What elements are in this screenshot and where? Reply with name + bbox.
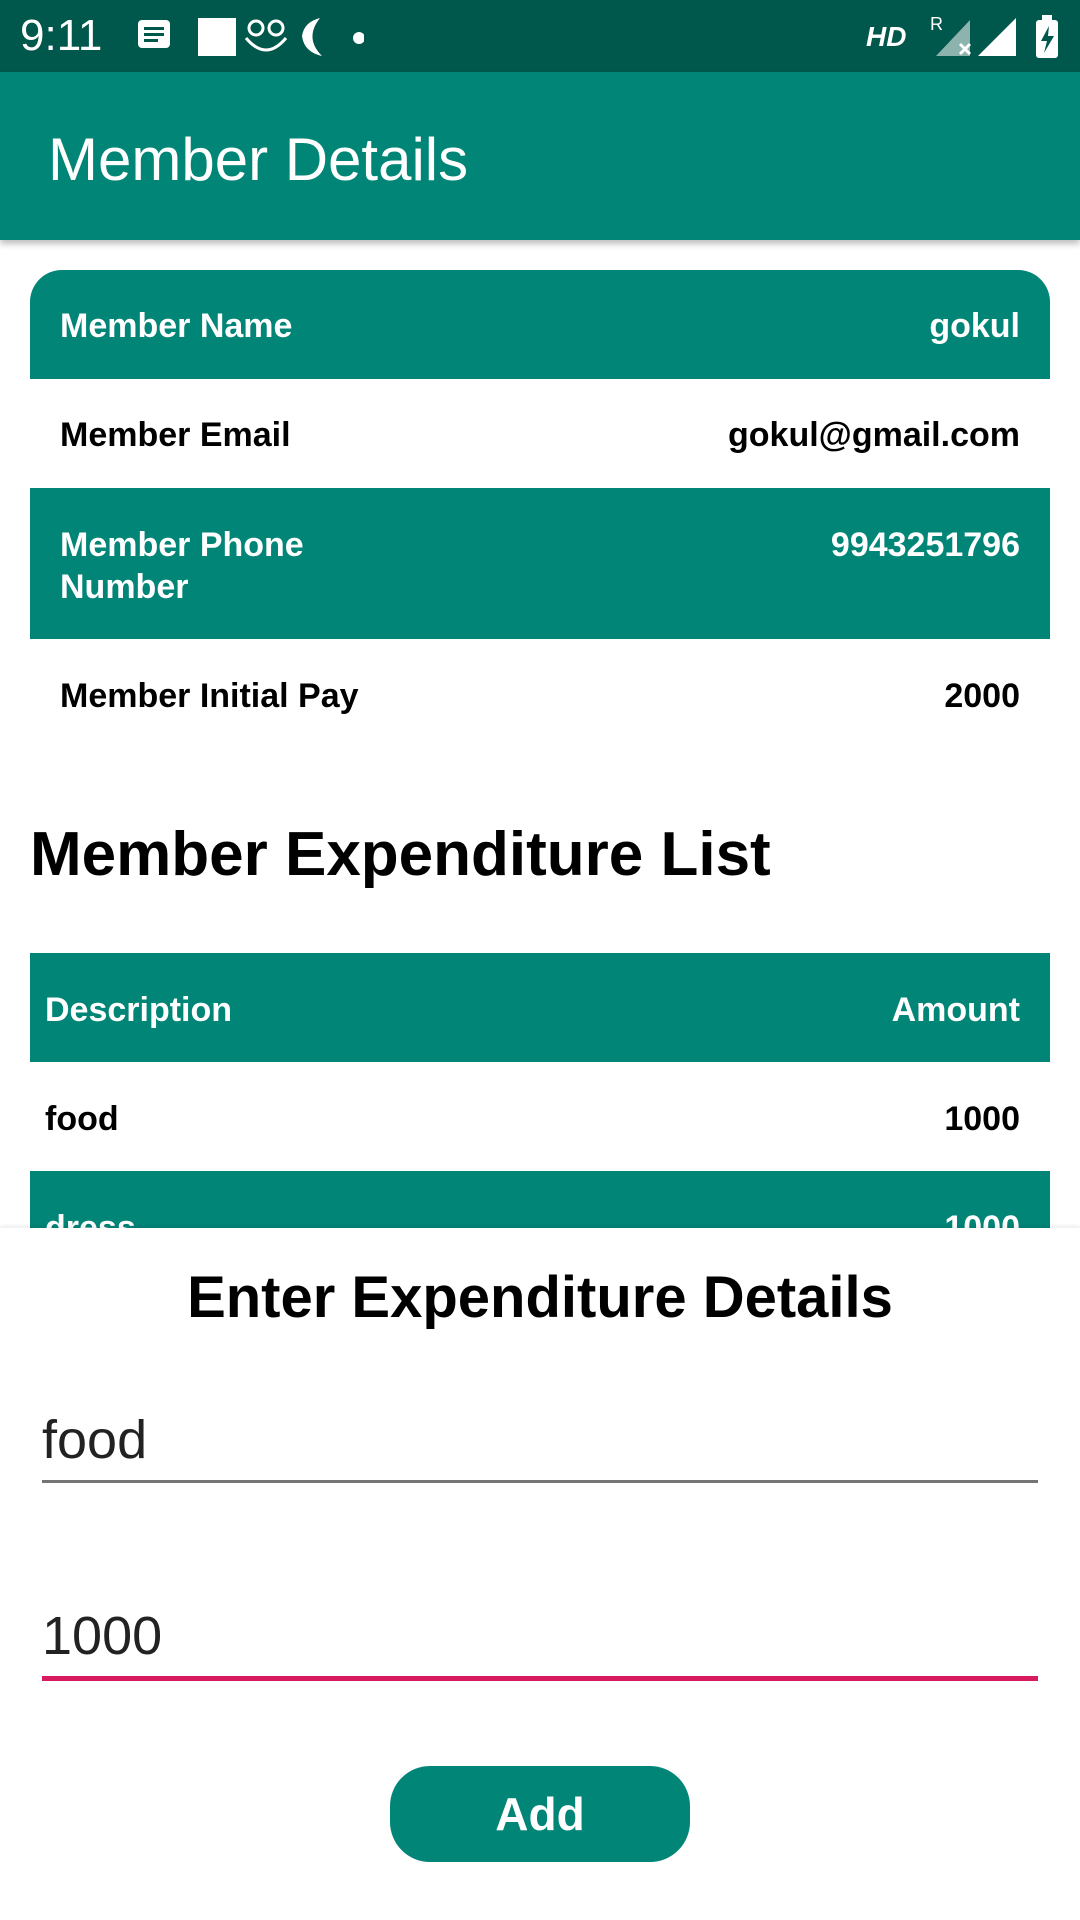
dot-icon <box>353 32 364 44</box>
expenditure-table: Description Amount food 1000 dress 1000 <box>30 953 1050 1228</box>
member-name-value: gokul <box>929 307 1020 345</box>
page-title: Member Details <box>48 126 469 193</box>
app-bar: Member Details <box>0 72 1080 240</box>
signal-icon <box>978 18 1016 56</box>
hd-label: HD <box>866 21 906 52</box>
expenditure-header-row: Description Amount <box>30 953 1050 1062</box>
moon-icon <box>302 18 322 56</box>
member-name-row: Member Name gokul <box>30 270 1050 379</box>
description-header: Description <box>45 991 233 1029</box>
member-initial-pay-label: Member Initial Pay <box>60 677 359 715</box>
status-time: 9:11 <box>20 11 103 60</box>
square-notification-icon <box>198 18 236 56</box>
amount-header: Amount <box>891 991 1020 1029</box>
notification-icons <box>138 18 364 56</box>
system-icons: HD R <box>866 14 1058 58</box>
expenditure-amount: 1000 <box>944 1209 1020 1228</box>
member-email-row: Member Email gokul@gmail.com <box>30 379 1050 488</box>
amount-input[interactable] <box>42 1596 1038 1681</box>
battery-charging-icon <box>1036 15 1058 58</box>
add-expenditure-sheet: Enter Expenditure Details Add <box>0 1228 1080 1920</box>
member-name-label: Member Name <box>60 307 293 345</box>
expenditure-list-title: Member Expenditure List <box>30 820 771 889</box>
member-details-table: Member Name gokul Member Email gokul@gma… <box>30 270 1050 748</box>
table-row: dress 1000 <box>30 1171 1050 1228</box>
expenditure-description: food <box>45 1100 119 1138</box>
member-initial-pay-row: Member Initial Pay 2000 <box>30 639 1050 748</box>
description-input[interactable] <box>42 1400 1038 1483</box>
roaming-label: R <box>930 14 943 34</box>
message-icon <box>138 20 170 48</box>
member-initial-pay-value: 2000 <box>944 677 1020 715</box>
expenditure-amount: 1000 <box>944 1100 1020 1138</box>
sheet-title: Enter Expenditure Details <box>187 1265 893 1330</box>
hands-icon <box>244 19 288 52</box>
member-phone-label: Member Phone Number <box>60 526 304 606</box>
member-phone-row: Member Phone Number 9943251796 <box>30 488 1050 639</box>
expenditure-description: dress <box>45 1209 136 1228</box>
status-bar: 9:11 HD R <box>0 0 1080 72</box>
member-email-label: Member Email <box>60 416 291 454</box>
table-row: food 1000 <box>30 1062 1050 1171</box>
member-email-value: gokul@gmail.com <box>728 416 1020 454</box>
add-button[interactable]: Add <box>390 1766 690 1862</box>
member-phone-value: 9943251796 <box>830 526 1020 564</box>
